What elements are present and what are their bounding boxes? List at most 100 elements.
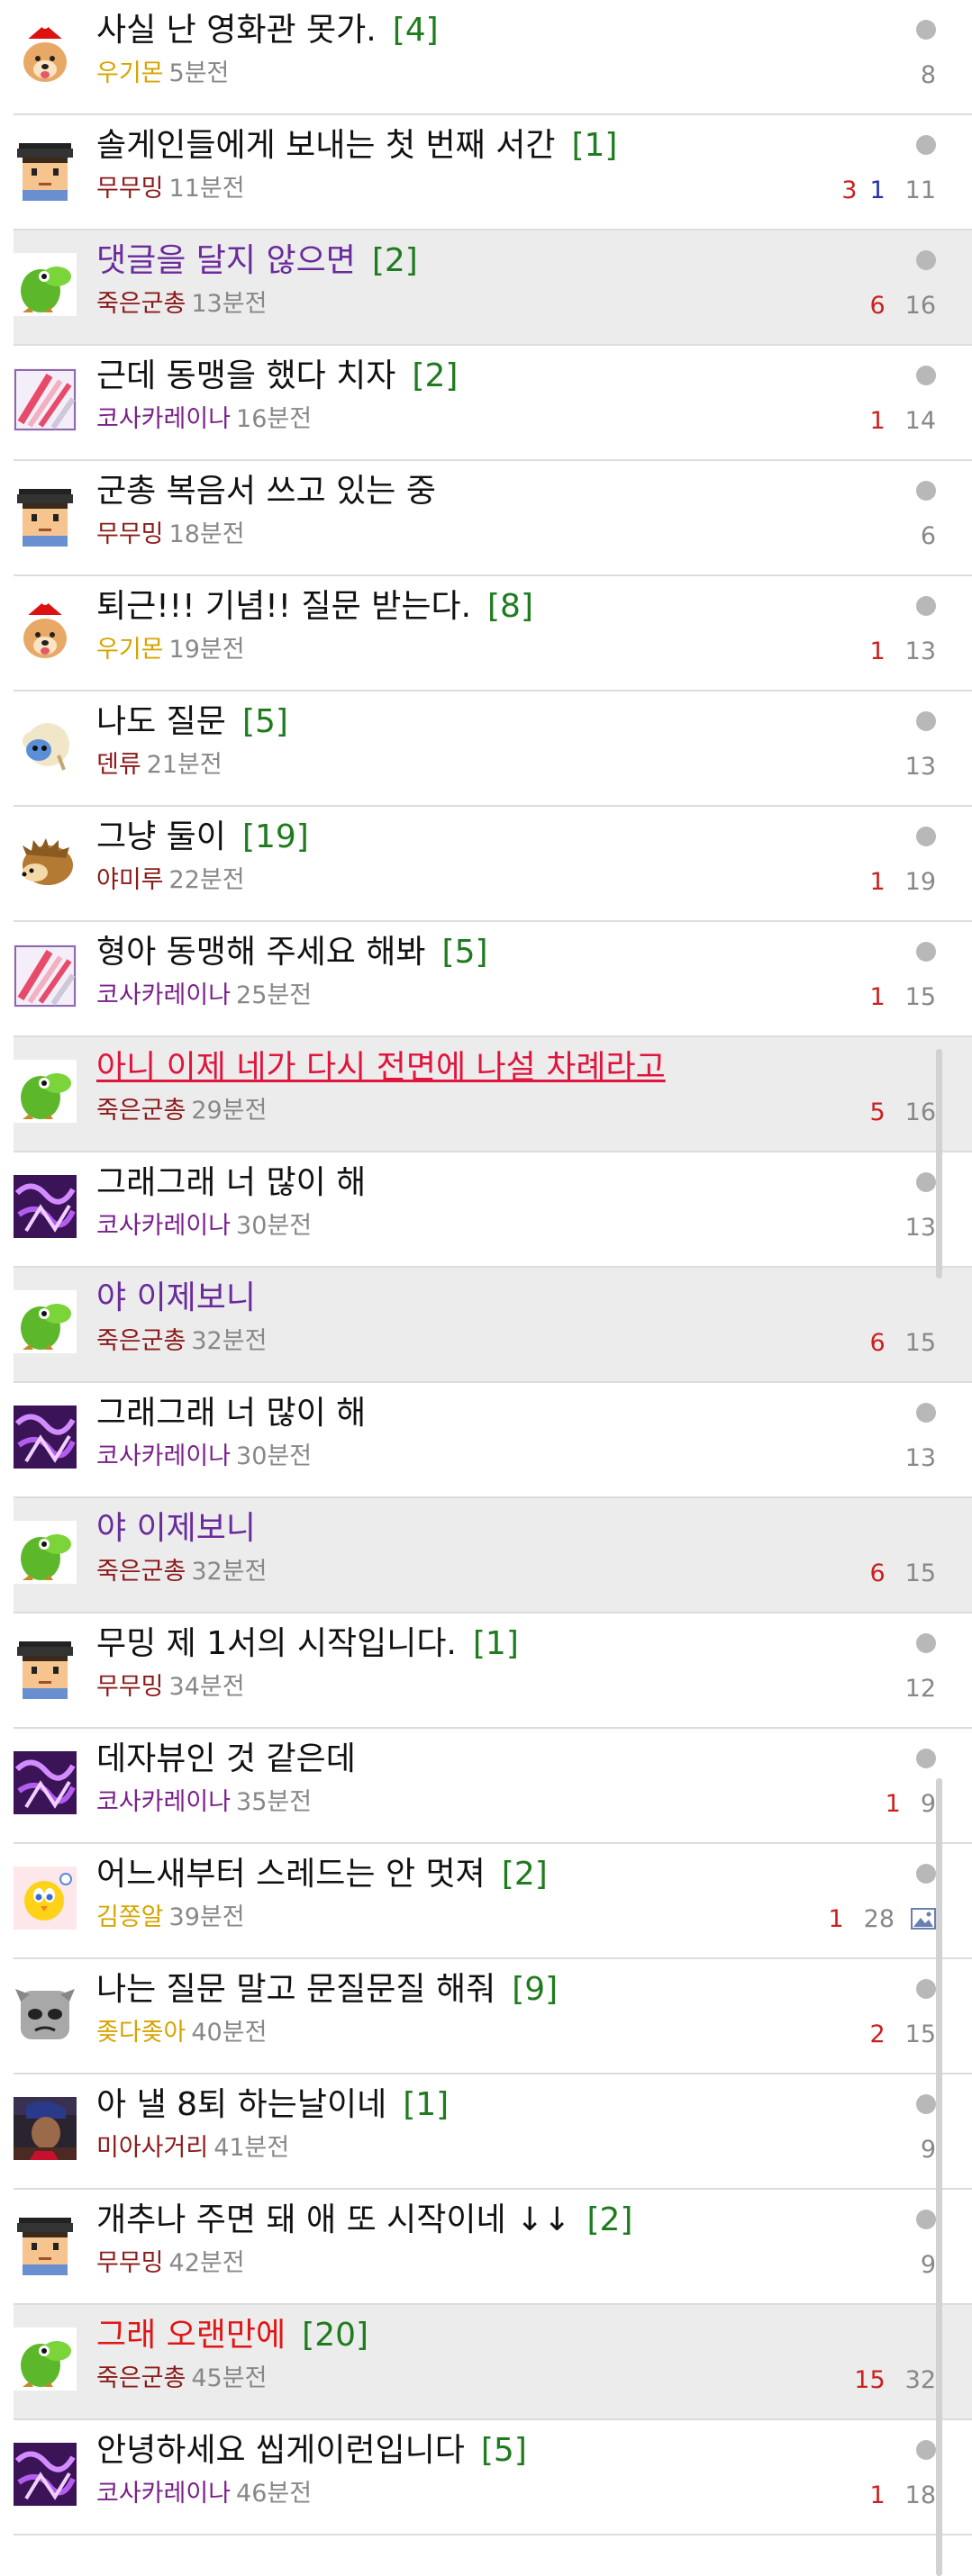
post-row[interactable]: 나도 질문 [5] 덴류 21분전 13 — [14, 691, 972, 807]
post-title-text[interactable]: 안녕하세요 씹게이런입니다 — [96, 2432, 465, 2469]
post-title-text[interactable]: 아 낼 8퇴 하는날이네 — [96, 2086, 386, 2123]
post-row[interactable]: 솔게인들에게 보내는 첫 번째 서간 [1] 무무밍 11분전 3 1 11 — [14, 115, 972, 230]
post-title-text[interactable]: 댓글을 달지 않으면 — [96, 242, 356, 279]
post-title-text[interactable]: 개추나 주면 돼 애 또 시작이네 ↓↓ — [96, 2201, 570, 2238]
post-title[interactable]: 개추나 주면 돼 애 또 시작이네 ↓↓ [2] — [96, 2199, 632, 2242]
author-name[interactable]: 우기몬 — [96, 59, 164, 87]
post-title[interactable]: 댓글을 달지 않으면 [2] — [96, 240, 418, 283]
post-title[interactable]: 무밍 제 1서의 시작입니다. [1] — [96, 1622, 519, 1666]
post-title-text[interactable]: 무밍 제 1서의 시작입니다. — [96, 1625, 457, 1662]
post-title-text[interactable]: 아니 이제 네가 다시 전면에 나설 차례라고 — [96, 1049, 666, 1086]
post-title[interactable]: 그냥 둘이 [19] — [96, 816, 309, 859]
author-name[interactable]: 코사카레이나 — [96, 405, 231, 433]
avatar[interactable] — [14, 2443, 77, 2506]
scrollbar[interactable] — [936, 1049, 942, 1279]
author-name[interactable]: 미아사거리 — [96, 2134, 208, 2162]
author-name[interactable]: 코사카레이나 — [96, 2480, 231, 2508]
post-title[interactable]: 솔게인들에게 보내는 첫 번째 서간 [1] — [96, 124, 617, 167]
post-title[interactable]: 근데 동맹을 했다 치자 [2] — [96, 355, 458, 398]
post-title-text[interactable]: 그래그래 너 많이 해 — [96, 1164, 366, 1201]
post-title-text[interactable]: 퇴근!!! 기념!! 질문 받는다. — [96, 588, 471, 625]
post-title-text[interactable]: 근데 동맹을 했다 치자 — [96, 357, 395, 394]
post-row[interactable]: 안녕하세요 씹게이런입니다 [5] 코사카레이나 46분전 1 18 — [14, 2420, 972, 2535]
scrollbar[interactable] — [936, 1778, 942, 2576]
avatar[interactable] — [14, 484, 77, 547]
author-name[interactable]: 코사카레이나 — [96, 1788, 231, 1816]
avatar[interactable] — [14, 1060, 77, 1123]
post-title[interactable]: 나도 질문 [5] — [96, 700, 288, 744]
post-title-text[interactable]: 형아 동맹해 주세요 해봐 — [96, 934, 426, 971]
post-row[interactable]: 형아 동맹해 주세요 해봐 [5] 코사카레이나 25분전 1 15 — [14, 922, 972, 1037]
avatar[interactable] — [14, 1290, 77, 1353]
avatar[interactable] — [14, 2097, 77, 2160]
author-name[interactable]: 죽은군총 — [96, 1558, 186, 1586]
author-name[interactable]: 죽은군총 — [96, 2364, 186, 2392]
post-title-text[interactable]: 야 이제보니 — [96, 1510, 256, 1547]
post-title[interactable]: 퇴근!!! 기념!! 질문 받는다. [8] — [96, 585, 533, 628]
avatar[interactable] — [14, 253, 77, 316]
post-title[interactable]: 데자뷰인 것 같은데 — [96, 1738, 356, 1781]
avatar[interactable] — [14, 138, 77, 201]
post-row[interactable]: 데자뷰인 것 같은데 코사카레이나 35분전 1 9 — [14, 1729, 972, 1844]
post-title[interactable]: 아 낼 8퇴 하는날이네 [1] — [96, 2083, 449, 2127]
post-row[interactable]: 퇴근!!! 기념!! 질문 받는다. [8] 우기몬 19분전 1 13 — [14, 576, 972, 691]
post-row[interactable]: 군총 복음서 쓰고 있는 중 무무밍 18분전 6 — [14, 461, 972, 576]
post-title-text[interactable]: 그래그래 너 많이 해 — [96, 1395, 366, 1432]
author-name[interactable]: 덴류 — [96, 751, 141, 779]
avatar[interactable] — [14, 368, 77, 431]
post-row[interactable]: 그래그래 너 많이 해 코사카레이나 30분전 13 — [14, 1152, 972, 1268]
post-title[interactable]: 그래 오랜만에 [20] — [96, 2314, 368, 2357]
post-row[interactable]: 그래그래 너 많이 해 코사카레이나 30분전 13 — [14, 1383, 972, 1498]
post-title[interactable]: 그래그래 너 많이 해 — [96, 1392, 366, 1435]
post-title-text[interactable]: 나도 질문 — [96, 703, 226, 740]
post-title[interactable]: 어느새부터 스레드는 안 멋져 [2] — [96, 1853, 548, 1896]
avatar[interactable] — [14, 714, 77, 777]
author-name[interactable]: 무무밍 — [96, 2249, 164, 2277]
avatar[interactable] — [14, 1406, 77, 1469]
post-title[interactable]: 야 이제보니 — [96, 1507, 256, 1550]
post-row[interactable]: 아니 이제 네가 다시 전면에 나설 차례라고 죽은군총 29분전 5 16 — [14, 1037, 972, 1152]
avatar[interactable] — [14, 23, 77, 86]
post-title-text[interactable]: 그래 오랜만에 — [96, 2317, 286, 2354]
author-name[interactable]: 죽은군총 — [96, 1327, 186, 1355]
post-row[interactable]: 어느새부터 스레드는 안 멋져 [2] 김쫑알 39분전 1 28 — [14, 1844, 972, 1959]
author-name[interactable]: 야미루 — [96, 866, 164, 894]
post-title-text[interactable]: 어느새부터 스레드는 안 멋져 — [96, 1856, 486, 1893]
author-name[interactable]: 좆다좆아 — [96, 2019, 186, 2047]
post-title-text[interactable]: 나는 질문 말고 문질문질 해줘 — [96, 1971, 495, 2008]
author-name[interactable]: 우기몬 — [96, 636, 164, 664]
avatar[interactable] — [14, 2212, 77, 2275]
post-row[interactable]: 댓글을 달지 않으면 [2] 죽은군총 13분전 6 16 — [14, 230, 972, 346]
avatar[interactable] — [14, 1751, 77, 1814]
avatar[interactable] — [14, 829, 77, 892]
author-name[interactable]: 코사카레이나 — [96, 1442, 231, 1470]
post-title-text[interactable]: 군총 복음서 쓰고 있는 중 — [96, 473, 436, 510]
post-title-text[interactable]: 사실 난 영화관 못가. — [96, 12, 377, 49]
post-row[interactable]: 사실 난 영화관 못가. [4] 우기몬 5분전 8 — [14, 0, 972, 115]
post-row[interactable]: 야 이제보니 죽은군총 32분전 6 15 — [14, 1268, 972, 1383]
avatar[interactable] — [14, 945, 77, 1008]
avatar[interactable] — [14, 1636, 77, 1699]
post-title[interactable]: 아니 이제 네가 다시 전면에 나설 차례라고 — [96, 1046, 666, 1089]
author-name[interactable]: 코사카레이나 — [96, 981, 231, 1009]
post-title[interactable]: 군총 복음서 쓰고 있는 중 — [96, 470, 436, 513]
post-title-text[interactable]: 야 이제보니 — [96, 1279, 256, 1316]
post-title-text[interactable]: 솔게인들에게 보내는 첫 번째 서간 — [96, 127, 555, 164]
avatar[interactable] — [14, 1982, 77, 2045]
avatar[interactable] — [14, 599, 77, 662]
author-name[interactable]: 무무밍 — [96, 175, 164, 203]
post-title[interactable]: 그래그래 너 많이 해 — [96, 1161, 366, 1205]
post-row[interactable]: 그래 오랜만에 [20] 죽은군총 45분전 15 32 — [14, 2305, 972, 2420]
post-row[interactable]: 무밍 제 1서의 시작입니다. [1] 무무밍 34분전 12 — [14, 1613, 972, 1729]
post-title[interactable]: 사실 난 영화관 못가. [4] — [96, 9, 439, 52]
author-name[interactable]: 죽은군총 — [96, 1097, 186, 1125]
author-name[interactable]: 무무밍 — [96, 520, 164, 548]
post-row[interactable]: 야 이제보니 죽은군총 32분전 6 15 — [14, 1498, 972, 1613]
author-name[interactable]: 죽은군총 — [96, 290, 186, 318]
post-title[interactable]: 나는 질문 말고 문질문질 해줘 [9] — [96, 1968, 558, 2011]
post-title[interactable]: 형아 동맹해 주세요 해봐 [5] — [96, 931, 488, 974]
post-row[interactable]: 그냥 둘이 [19] 야미루 22분전 1 19 — [14, 807, 972, 922]
post-row[interactable]: 개추나 주면 돼 애 또 시작이네 ↓↓ [2] 무무밍 42분전 9 — [14, 2190, 972, 2305]
post-row[interactable]: 나는 질문 말고 문질문질 해줘 [9] 좆다좆아 40분전 2 15 — [14, 1959, 972, 2074]
avatar[interactable] — [14, 1866, 77, 1930]
